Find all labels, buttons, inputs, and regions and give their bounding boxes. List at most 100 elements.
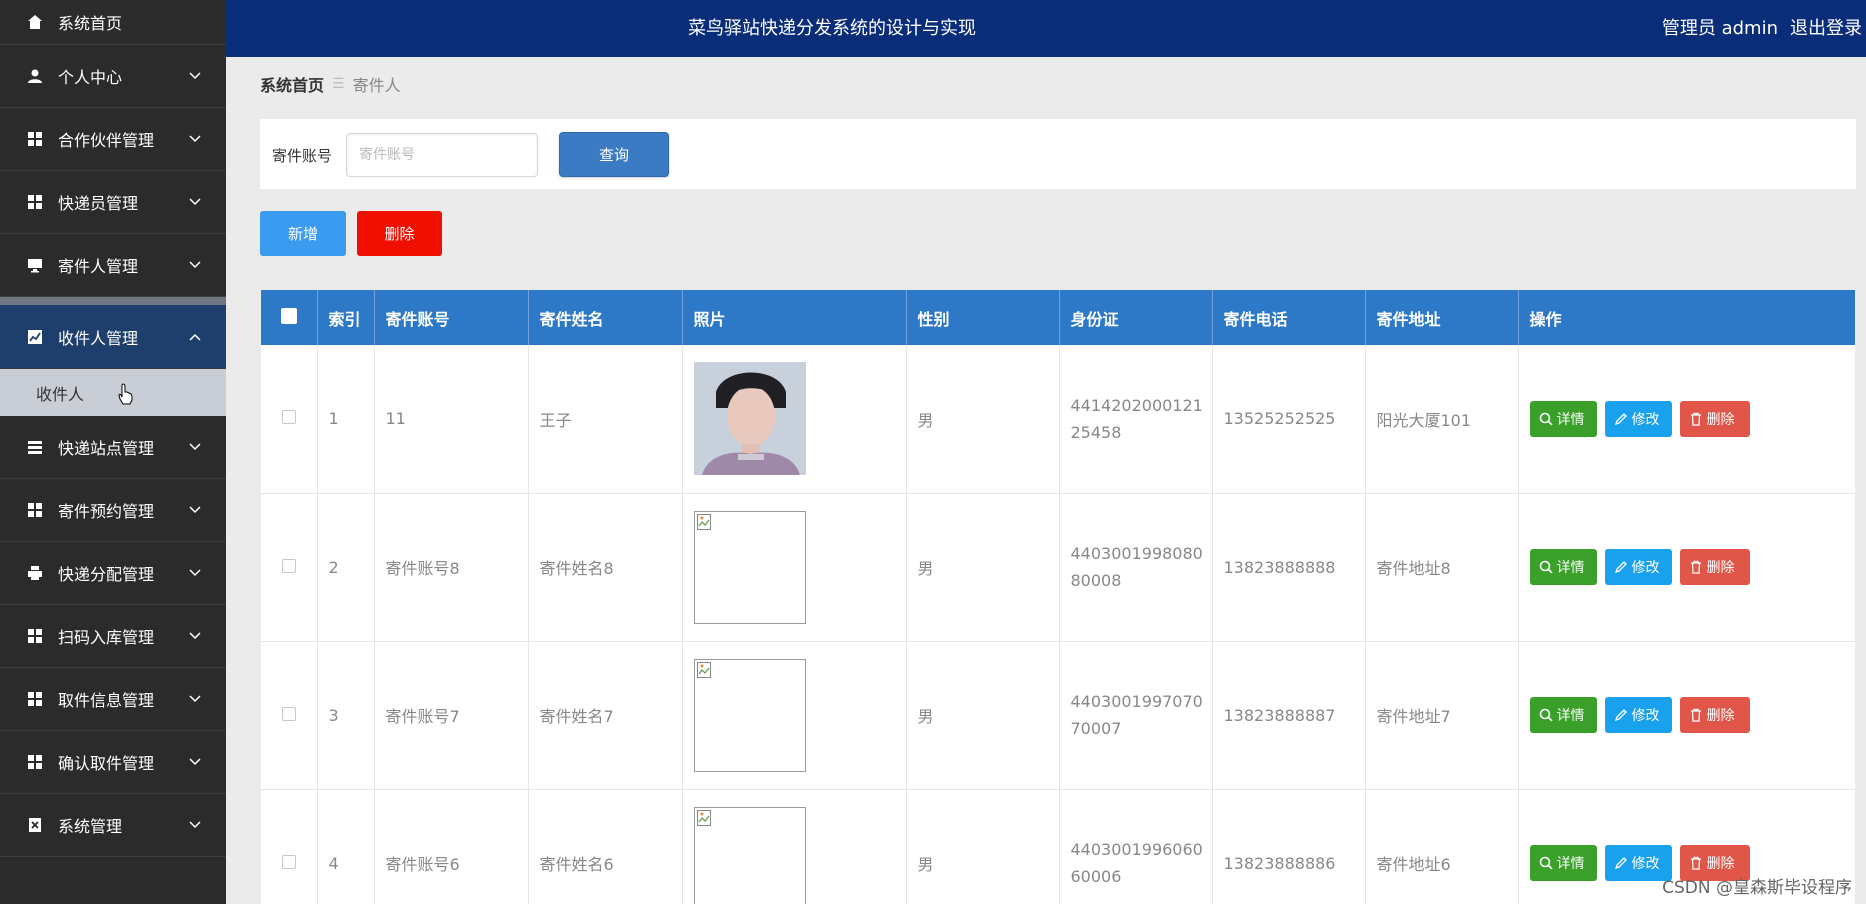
breadcrumb-current: 寄件人 [352, 76, 401, 95]
remove-button[interactable]: 删除 [1679, 697, 1750, 733]
select-all-checkbox[interactable] [280, 307, 297, 324]
row-checkbox-cell[interactable] [261, 641, 318, 790]
detail-button[interactable]: 详情 [1529, 845, 1597, 881]
column-header: 寄件姓名 [528, 290, 683, 345]
column-header: 寄件地址 [1365, 290, 1519, 345]
chevron-down-icon [189, 72, 201, 80]
sidebar-subitem-receiver[interactable]: 收件人 [0, 369, 226, 416]
cell-id-card: 440300199808080008 [1059, 493, 1213, 642]
grid-icon [26, 690, 44, 708]
table-row: 3 寄件账号7 寄件姓名7 男 440300199707070007 13823… [261, 641, 1855, 790]
remove-label: 删除 [1706, 856, 1735, 872]
sidebar-item-confirm-pickup[interactable]: 确认取件管理 [0, 731, 226, 794]
cell-name: 寄件姓名6 [528, 789, 683, 904]
list-icon [26, 438, 44, 456]
edit-label: 修改 [1631, 856, 1660, 872]
sidebar-item-label: 收件人管理 [58, 328, 139, 348]
search-input[interactable] [346, 133, 538, 177]
trash-icon [1690, 708, 1701, 722]
printer-icon [26, 564, 44, 582]
sidebar-item-receiver[interactable]: 收件人管理 [0, 305, 226, 369]
detail-button[interactable]: 详情 [1529, 697, 1597, 733]
column-header: 身份证 [1059, 290, 1213, 345]
cell-phone: 13525252525 [1212, 345, 1366, 494]
chevron-down-icon [189, 821, 201, 829]
sidebar-item-scan-in[interactable]: 扫码入库管理 [0, 605, 226, 668]
top-header: 菜鸟驿站快递分发系统的设计与实现 管理员 admin 退出登录 [226, 0, 1866, 57]
cell-phone: 13823888886 [1212, 789, 1366, 904]
pencil-icon [1614, 412, 1627, 425]
breadcrumb-home[interactable]: 系统首页 [260, 72, 324, 96]
close-box-icon [26, 816, 44, 834]
row-checkbox[interactable] [281, 558, 296, 573]
sidebar-item-label: 个人中心 [58, 68, 123, 87]
column-header: 索引 [317, 290, 375, 345]
sidebar-item-label: 取件信息管理 [58, 691, 155, 710]
sidebar-item-partner[interactable]: 合作伙伴管理 [0, 108, 226, 171]
breadcrumb: 系统首页 ☰ 寄件人 [260, 72, 401, 96]
column-header: 寄件账号 [374, 290, 529, 345]
sidebar-item-home[interactable]: 系统首页 [0, 0, 226, 45]
hand-cursor-icon [118, 383, 133, 405]
sidebar-item-station[interactable]: 快递站点管理 [0, 416, 226, 479]
sidebar-item-pickup-info[interactable]: 取件信息管理 [0, 668, 226, 731]
portrait-photo [693, 362, 806, 476]
remove-button[interactable]: 删除 [1679, 400, 1750, 437]
row-checkbox[interactable] [281, 854, 296, 869]
row-checkbox-cell[interactable] [261, 493, 318, 642]
remove-label: 删除 [1706, 411, 1735, 428]
cell-photo [682, 789, 907, 904]
sidebar-item-courier[interactable]: 快递员管理 [0, 171, 226, 234]
trash-icon [1690, 412, 1701, 426]
detail-button[interactable]: 详情 [1529, 549, 1597, 585]
row-checkbox[interactable] [281, 410, 296, 425]
row-checkbox-cell[interactable] [261, 345, 318, 494]
logout-link[interactable]: 退出登录 [1790, 14, 1862, 40]
edit-button[interactable]: 修改 [1604, 400, 1672, 437]
detail-label: 详情 [1556, 708, 1585, 724]
table-header-row: 索引 寄件账号 寄件姓名 照片 性别 身份证 寄件电话 寄件地址 操作 [261, 290, 1855, 345]
detail-button[interactable]: 详情 [1529, 400, 1597, 437]
remove-label: 删除 [1706, 560, 1735, 576]
row-checkbox[interactable] [281, 706, 296, 721]
cell-ops: 详情 修改 删除 [1518, 493, 1855, 642]
cell-index: 4 [317, 789, 375, 904]
row-checkbox-cell[interactable] [261, 789, 318, 904]
chevron-up-icon [189, 333, 201, 341]
sidebar-item-label: 快递员管理 [58, 194, 139, 213]
select-all-checkbox-cell[interactable] [261, 290, 318, 345]
sidebar-item-system[interactable]: 系统管理 [0, 794, 226, 857]
sidebar-item-dispatch[interactable]: 快递分配管理 [0, 542, 226, 605]
cell-name: 寄件姓名8 [528, 493, 683, 642]
sidebar-item-label: 寄件人管理 [58, 257, 139, 276]
sidebar-item-sender[interactable]: 寄件人管理 [0, 234, 226, 297]
row-actions: 详情 修改 删除 [1529, 549, 1855, 585]
sidebar-item-booking[interactable]: 寄件预约管理 [0, 479, 226, 542]
batch-delete-button[interactable]: 删除 [357, 211, 442, 256]
column-header: 性别 [906, 290, 1060, 345]
chevron-down-icon [189, 506, 201, 514]
chevron-down-icon [189, 632, 201, 640]
grid-icon [26, 627, 44, 645]
query-button[interactable]: 查询 [559, 132, 669, 177]
edit-label: 修改 [1631, 708, 1660, 724]
cell-gender: 男 [906, 493, 1060, 642]
cell-index: 3 [317, 641, 375, 790]
search-icon [1539, 856, 1553, 870]
cell-ops: 详情 修改 删除 [1518, 641, 1855, 790]
cell-address: 阳光大厦101 [1365, 345, 1519, 494]
add-button[interactable]: 新增 [260, 211, 346, 256]
table-row: 4 寄件账号6 寄件姓名6 男 440300199606060006 13823… [261, 789, 1855, 904]
trash-icon [1690, 560, 1701, 574]
system-title: 菜鸟驿站快递分发系统的设计与实现 [688, 18, 976, 39]
edit-button[interactable]: 修改 [1604, 697, 1672, 733]
cell-address: 寄件地址7 [1365, 641, 1519, 790]
sidebar-item-label: 快递站点管理 [58, 439, 155, 458]
sidebar-item-personal[interactable]: 个人中心 [0, 45, 226, 108]
remove-button[interactable]: 删除 [1679, 549, 1750, 585]
cell-gender: 男 [906, 789, 1060, 904]
sidebar-divider [0, 297, 226, 305]
chevron-down-icon [189, 198, 201, 206]
edit-button[interactable]: 修改 [1604, 549, 1672, 585]
broken-image [693, 658, 806, 772]
